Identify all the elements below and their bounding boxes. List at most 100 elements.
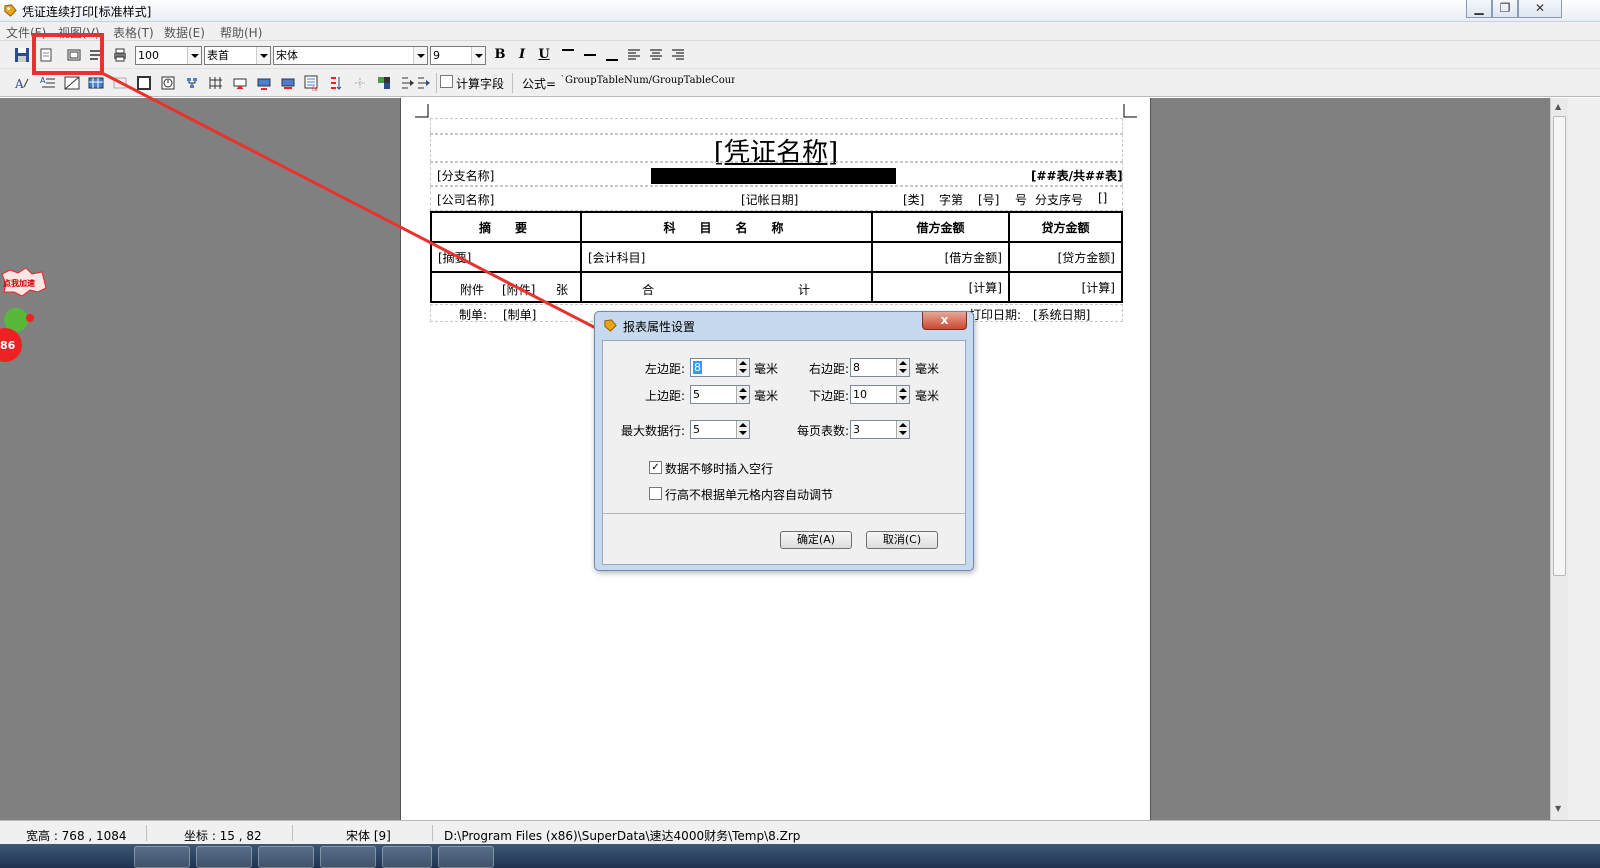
close-button[interactable]: ✕ — [1518, 0, 1562, 18]
voucher-type-field[interactable]: [类] — [903, 191, 924, 208]
post-date-field[interactable]: [记帐日期] — [741, 191, 798, 208]
dialog-close-button[interactable]: x — [922, 312, 967, 330]
calc-field-checkbox[interactable] — [440, 75, 453, 88]
speedup-widget[interactable]: 点我加速 86 — [0, 267, 48, 378]
align-left-icon[interactable] — [624, 45, 644, 65]
branch-seq-field[interactable]: [] — [1098, 191, 1107, 205]
bottom-margin-input[interactable]: 10 — [850, 385, 910, 404]
left-margin-input[interactable]: 8 — [690, 358, 750, 377]
function-icon[interactable]: fx — [302, 73, 322, 93]
header-debit[interactable]: 借方金额 — [871, 211, 1010, 243]
voucher-number-field[interactable]: [号] — [978, 191, 999, 208]
table-count-field[interactable]: [##表/共##表] — [1031, 167, 1123, 184]
unit-label: 毫米 — [915, 389, 940, 403]
status-bar: 宽高 : 768 , 1084 坐标 : 15 , 82 宋体 [9] D:\P… — [0, 820, 1600, 844]
data-source-icon[interactable] — [374, 73, 394, 93]
font-size-select[interactable]: 9 — [430, 46, 486, 65]
credit-cell[interactable]: [贷方金额] — [1008, 241, 1123, 273]
menu-table[interactable]: 表格(T) — [113, 24, 154, 41]
formula-input[interactable]: `GroupTableNum/GroupTableCoun — [560, 75, 735, 86]
spinner-icon[interactable] — [896, 359, 909, 376]
column-insert-icon[interactable] — [278, 73, 298, 93]
sort-icon[interactable] — [326, 73, 346, 93]
insert-blank-checkbox[interactable]: ✓ — [649, 461, 662, 474]
report-properties-icon[interactable] — [64, 45, 84, 65]
spinner-icon[interactable] — [736, 421, 749, 438]
align-middle-icon[interactable] — [580, 45, 600, 65]
right-margin-value: 8 — [853, 361, 860, 374]
spinner-icon[interactable] — [896, 421, 909, 438]
open-file-icon[interactable] — [36, 45, 56, 65]
align-center-icon[interactable] — [646, 45, 666, 65]
zoom-select[interactable]: 100 — [135, 46, 202, 65]
bold-button[interactable]: B — [490, 45, 510, 65]
row-delete-icon[interactable] — [254, 73, 274, 93]
align-bottom-icon[interactable] — [602, 45, 622, 65]
debit-total-cell[interactable]: [计算] — [871, 271, 1010, 303]
vertical-scrollbar[interactable]: ▲ ▼ — [1550, 98, 1568, 820]
italic-button[interactable]: I — [512, 45, 532, 65]
menu-view[interactable]: 视图(V) — [58, 24, 100, 41]
menu-data[interactable]: 数据(E) — [164, 24, 205, 41]
font-select[interactable]: 宋体 — [273, 46, 428, 65]
account-cell[interactable]: [会计科目] — [580, 241, 873, 273]
underline-button[interactable]: U — [534, 45, 554, 65]
ok-button[interactable]: 确定(A) — [780, 531, 852, 549]
text-style-icon[interactable]: A — [12, 73, 32, 93]
diagonal-cell-icon[interactable] — [62, 73, 82, 93]
header-credit[interactable]: 贷方金额 — [1008, 211, 1123, 243]
top-margin-input[interactable]: 5 — [690, 385, 750, 404]
right-margin-input[interactable]: 8 — [850, 358, 910, 377]
page-setup-icon[interactable] — [86, 45, 106, 65]
group-icon[interactable] — [350, 73, 370, 93]
insert-table-icon[interactable] — [86, 73, 106, 93]
scroll-up-icon[interactable]: ▲ — [1555, 102, 1561, 111]
attachment-field[interactable]: [附件] — [502, 281, 535, 298]
spinner-icon[interactable] — [896, 386, 909, 403]
taskbar-item[interactable] — [196, 846, 252, 868]
font-size-value: 9 — [433, 49, 440, 62]
summary-cell[interactable]: [摘要] — [430, 241, 582, 273]
credit-total-cell[interactable]: [计算] — [1008, 271, 1123, 303]
report-properties-dialog: 报表属性设置 x 左边距: 8 毫米 右边距: 8 毫米 上边距: 5 毫米 下… — [594, 311, 974, 571]
formula-label: 公式= — [522, 77, 557, 91]
taskbar-item[interactable] — [438, 846, 494, 868]
print-icon[interactable] — [110, 45, 130, 65]
section-select[interactable]: 表首 — [204, 46, 271, 65]
cancel-button[interactable]: 取消(C) — [866, 531, 938, 549]
arrow-right-icon[interactable] — [414, 73, 434, 93]
auto-height-checkbox[interactable] — [649, 487, 662, 500]
grid-icon[interactable] — [206, 73, 226, 93]
text-align-icon[interactable]: A — [38, 73, 58, 93]
menu-file[interactable]: 文件(F) — [6, 24, 46, 41]
merge-cells-icon[interactable] — [110, 73, 130, 93]
spinner-icon[interactable] — [736, 359, 749, 376]
title-bar: 凭证连续打印[标准样式] ▁ ❐ ✕ — [0, 0, 1600, 22]
company-name-field[interactable]: [公司名称] — [437, 191, 494, 208]
restore-button[interactable]: ❐ — [1492, 0, 1518, 18]
taskbar-item[interactable] — [258, 846, 314, 868]
clock-icon[interactable] — [158, 73, 178, 93]
align-right-icon[interactable] — [668, 45, 688, 65]
header-summary[interactable]: 摘 要 — [430, 211, 582, 243]
spinner-icon[interactable] — [736, 386, 749, 403]
header-account[interactable]: 科 目 名 称 — [580, 211, 873, 243]
row-insert-icon[interactable] — [230, 73, 250, 93]
taskbar-item[interactable] — [320, 846, 376, 868]
taskbar-item[interactable] — [382, 846, 432, 868]
branch-name-field[interactable]: [分支名称] — [437, 167, 494, 184]
save-icon[interactable] — [12, 45, 32, 65]
scroll-down-icon[interactable]: ▼ — [1555, 804, 1561, 813]
maker-field[interactable]: [制单] — [503, 306, 536, 323]
menu-help[interactable]: 帮助(H) — [220, 24, 262, 41]
tables-per-page-input[interactable]: 3 — [850, 420, 910, 439]
frame-icon[interactable] — [134, 73, 154, 93]
minimize-button[interactable]: ▁ — [1466, 0, 1492, 18]
print-date-field[interactable]: [系统日期] — [1033, 306, 1090, 323]
scroll-thumb[interactable] — [1553, 116, 1566, 576]
taskbar-item[interactable] — [134, 846, 190, 868]
max-rows-input[interactable]: 5 — [690, 420, 750, 439]
debit-cell[interactable]: [借方金额] — [871, 241, 1010, 273]
tree-icon[interactable] — [182, 73, 202, 93]
align-top-icon[interactable] — [558, 45, 578, 65]
